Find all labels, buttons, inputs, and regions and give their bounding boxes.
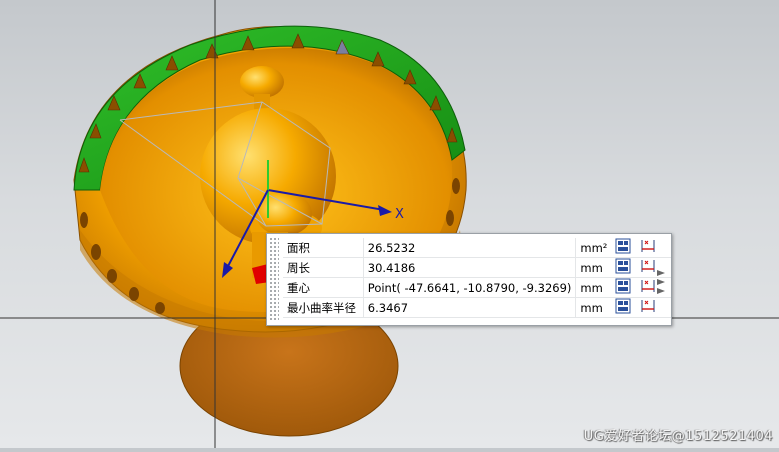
row-label: 面积 (283, 238, 364, 258)
row-value[interactable]: 26.5232 (363, 238, 577, 258)
expand-arrows-icon[interactable] (656, 268, 666, 294)
watermark-text: UG爱好者论坛@1512521404 (583, 429, 773, 444)
row-unit: mm (575, 257, 612, 278)
graphics-viewport[interactable]: X (0, 0, 779, 448)
copy-to-clipboard-icon[interactable] (615, 238, 631, 257)
row-label: 最小曲率半径 (283, 297, 364, 318)
copy-to-clipboard-icon[interactable] (615, 298, 631, 317)
row-value[interactable]: Point( -47.6641, -10.8790, -9.3269) (363, 277, 577, 298)
copy-to-clipboard-icon[interactable] (615, 278, 631, 297)
row-label: 重心 (283, 277, 364, 298)
create-dimension-icon[interactable] (640, 238, 656, 257)
result-row-perimeter: 周长 30.4186 mm (283, 257, 671, 278)
x-axis-label: X (395, 207, 404, 222)
result-row-area: 面积 26.5232 mm² (283, 238, 671, 258)
measure-result-table: 面积 26.5232 mm² 周长 30.4186 mm 重心 Point(-… (283, 238, 671, 318)
create-dimension-icon[interactable] (640, 258, 656, 277)
model-view[interactable]: X (0, 0, 779, 448)
create-dimension-icon[interactable] (640, 298, 656, 317)
copy-to-clipboard-icon[interactable] (615, 258, 631, 277)
row-value[interactable]: 30.4186 (363, 257, 577, 278)
panel-drag-handle[interactable] (269, 237, 279, 321)
row-value[interactable]: 6.3467 (363, 297, 577, 318)
result-row-min-curvature-radius: 最小曲率半径 6.3467 mm (283, 297, 671, 318)
row-unit: mm (575, 277, 612, 298)
row-unit: mm² (575, 238, 612, 258)
measure-result-panel[interactable]: 面积 26.5232 mm² 周长 30.4186 mm 重心 Point(-… (266, 233, 672, 326)
row-unit: mm (575, 297, 612, 318)
result-row-centroid: 重心 Point( -47.6641, -10.8790, -9.3269) m… (283, 277, 671, 298)
create-dimension-icon[interactable] (640, 278, 656, 297)
row-label: 周长 (283, 257, 364, 278)
